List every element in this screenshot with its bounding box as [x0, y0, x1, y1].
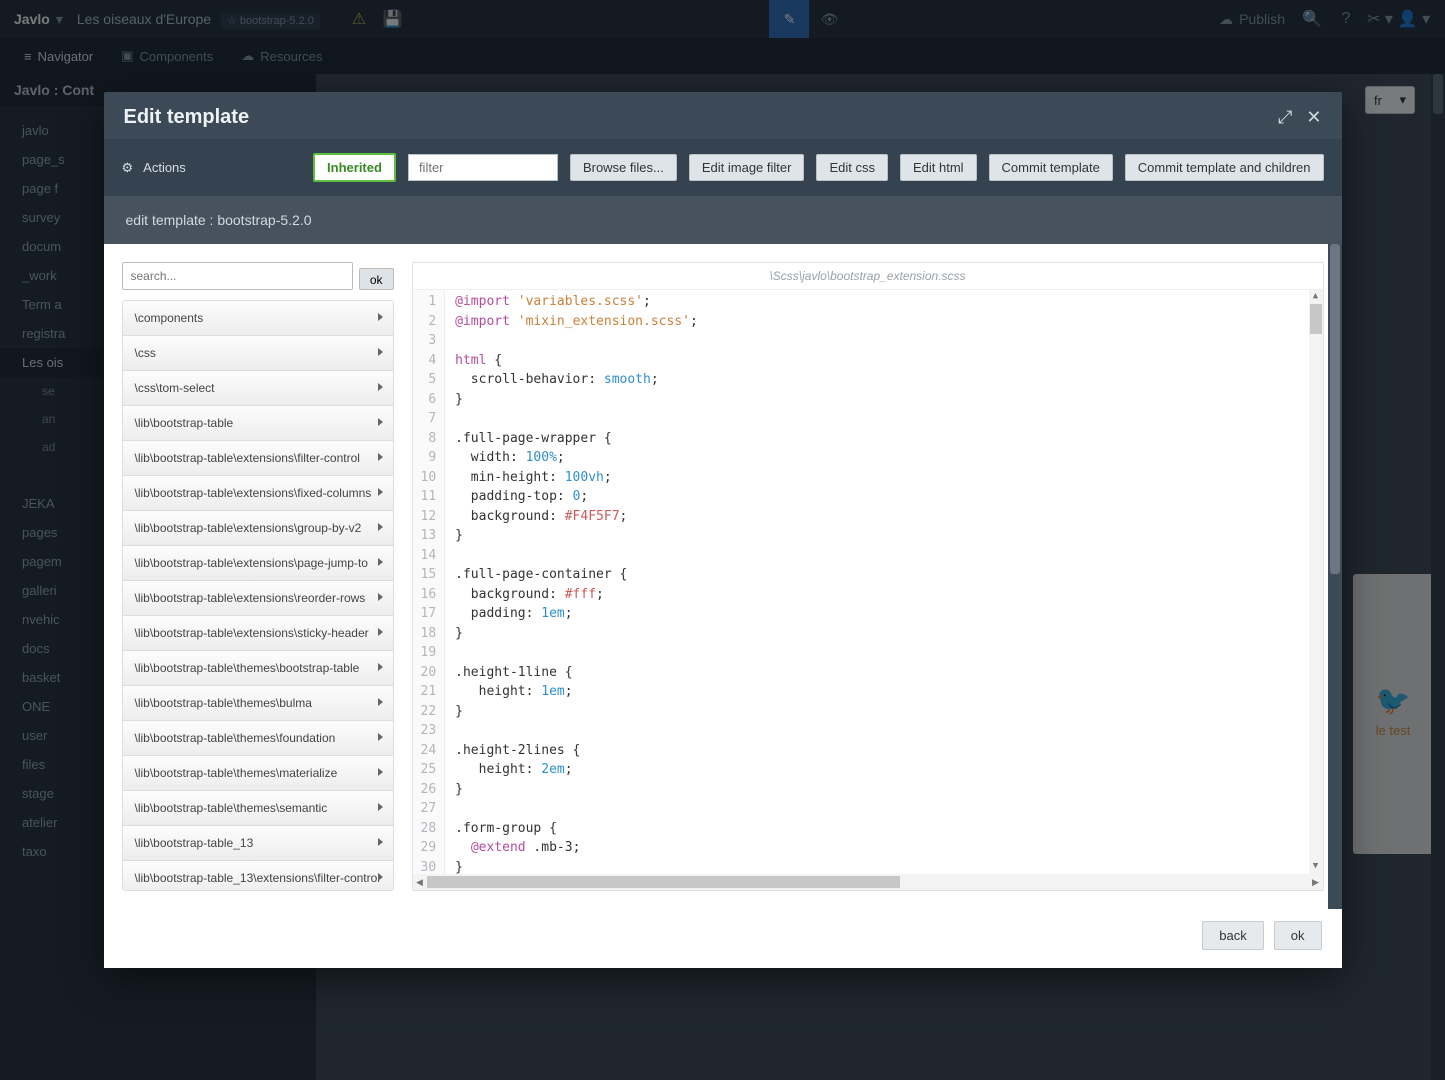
expand-arrow-icon [378, 558, 383, 566]
commit-template-children-button[interactable]: Commit template and children [1125, 154, 1324, 181]
expand-arrow-icon [378, 873, 383, 881]
code-editor-column: \Scss\javlo\bootstrap_extension.scss 123… [412, 262, 1324, 891]
folder-item[interactable]: \lib\bootstrap-table\themes\bootstrap-ta… [123, 651, 393, 686]
search-input[interactable] [122, 262, 353, 290]
back-button[interactable]: back [1202, 921, 1263, 950]
expand-arrow-icon [378, 593, 383, 601]
expand-arrow-icon [378, 838, 383, 846]
code-editor[interactable]: 1234567891011121314151617181920212223242… [413, 290, 1323, 874]
editor-horizontal-scrollbar[interactable]: ◀▶ [413, 874, 1323, 890]
folder-item[interactable]: \lib\bootstrap-table_13 [123, 826, 393, 861]
folder-item[interactable]: \lib\bootstrap-table [123, 406, 393, 441]
filter-input[interactable] [408, 154, 558, 181]
editor-vertical-scrollbar[interactable]: ▲▼ [1309, 290, 1323, 874]
expand-arrow-icon [378, 313, 383, 321]
folder-item[interactable]: \lib\bootstrap-table\themes\bulma [123, 686, 393, 721]
folder-item[interactable]: \lib\bootstrap-table\extensions\page-jum… [123, 546, 393, 581]
folder-item[interactable]: \css [123, 336, 393, 371]
folder-item[interactable]: \lib\bootstrap-table_13\extensions\filte… [123, 861, 393, 891]
modal-toolbar: ⚙ Actions Inherited Browse files... Edit… [104, 139, 1342, 196]
gear-icon: ⚙ [122, 160, 134, 176]
folder-item[interactable]: \lib\bootstrap-table\extensions\filter-c… [123, 441, 393, 476]
inherited-button[interactable]: Inherited [313, 153, 396, 182]
folder-item[interactable]: \components [123, 301, 393, 336]
folder-item[interactable]: \lib\bootstrap-table\themes\semantic [123, 791, 393, 826]
edit-html-button[interactable]: Edit html [900, 154, 977, 181]
expand-arrow-icon [378, 523, 383, 531]
code-area[interactable]: @import 'variables.scss';@import 'mixin_… [445, 290, 1322, 874]
modal-backdrop: Edit template ⤢ ✕ ⚙ Actions Inherited Br… [0, 0, 1445, 1080]
expand-arrow-icon [378, 628, 383, 636]
expand-icon[interactable]: ⤢ [1278, 107, 1292, 128]
folder-item[interactable]: \lib\bootstrap-table\extensions\sticky-h… [123, 616, 393, 651]
browse-files-button[interactable]: Browse files... [570, 154, 677, 181]
edit-template-modal: Edit template ⤢ ✕ ⚙ Actions Inherited Br… [104, 92, 1342, 968]
folder-list: \components\css\css\tom-select\lib\boots… [122, 300, 394, 891]
expand-arrow-icon [378, 488, 383, 496]
modal-scrollbar[interactable] [1328, 244, 1342, 909]
folder-item[interactable]: \lib\bootstrap-table\extensions\group-by… [123, 511, 393, 546]
folder-item[interactable]: \css\tom-select [123, 371, 393, 406]
search-ok-button[interactable]: ok [359, 268, 394, 290]
expand-arrow-icon [378, 383, 383, 391]
expand-arrow-icon [378, 733, 383, 741]
close-icon[interactable]: ✕ [1306, 107, 1321, 128]
actions-menu[interactable]: ⚙ Actions [122, 160, 186, 176]
folder-item[interactable]: \lib\bootstrap-table\themes\foundation [123, 721, 393, 756]
expand-arrow-icon [378, 663, 383, 671]
folder-item[interactable]: \lib\bootstrap-table\themes\materialize [123, 756, 393, 791]
folder-item[interactable]: \lib\bootstrap-table\extensions\reorder-… [123, 581, 393, 616]
file-browser-column: ok \components\css\css\tom-select\lib\bo… [122, 262, 394, 891]
commit-template-button[interactable]: Commit template [989, 154, 1113, 181]
folder-item[interactable]: \lib\bootstrap-table\extensions\fixed-co… [123, 476, 393, 511]
expand-arrow-icon [378, 418, 383, 426]
expand-arrow-icon [378, 453, 383, 461]
line-gutter: 1234567891011121314151617181920212223242… [413, 290, 446, 874]
expand-arrow-icon [378, 348, 383, 356]
expand-arrow-icon [378, 803, 383, 811]
edit-image-filter-button[interactable]: Edit image filter [689, 154, 805, 181]
modal-footer: back ok [104, 909, 1342, 968]
modal-subhead: edit template : bootstrap-5.2.0 [104, 196, 1342, 244]
modal-body: ok \components\css\css\tom-select\lib\bo… [104, 244, 1342, 909]
expand-arrow-icon [378, 698, 383, 706]
edit-css-button[interactable]: Edit css [816, 154, 888, 181]
code-file-path: \Scss\javlo\bootstrap_extension.scss [413, 263, 1323, 290]
modal-header: Edit template ⤢ ✕ [104, 92, 1342, 139]
modal-title: Edit template [124, 106, 250, 129]
ok-button[interactable]: ok [1274, 921, 1322, 950]
expand-arrow-icon [378, 768, 383, 776]
